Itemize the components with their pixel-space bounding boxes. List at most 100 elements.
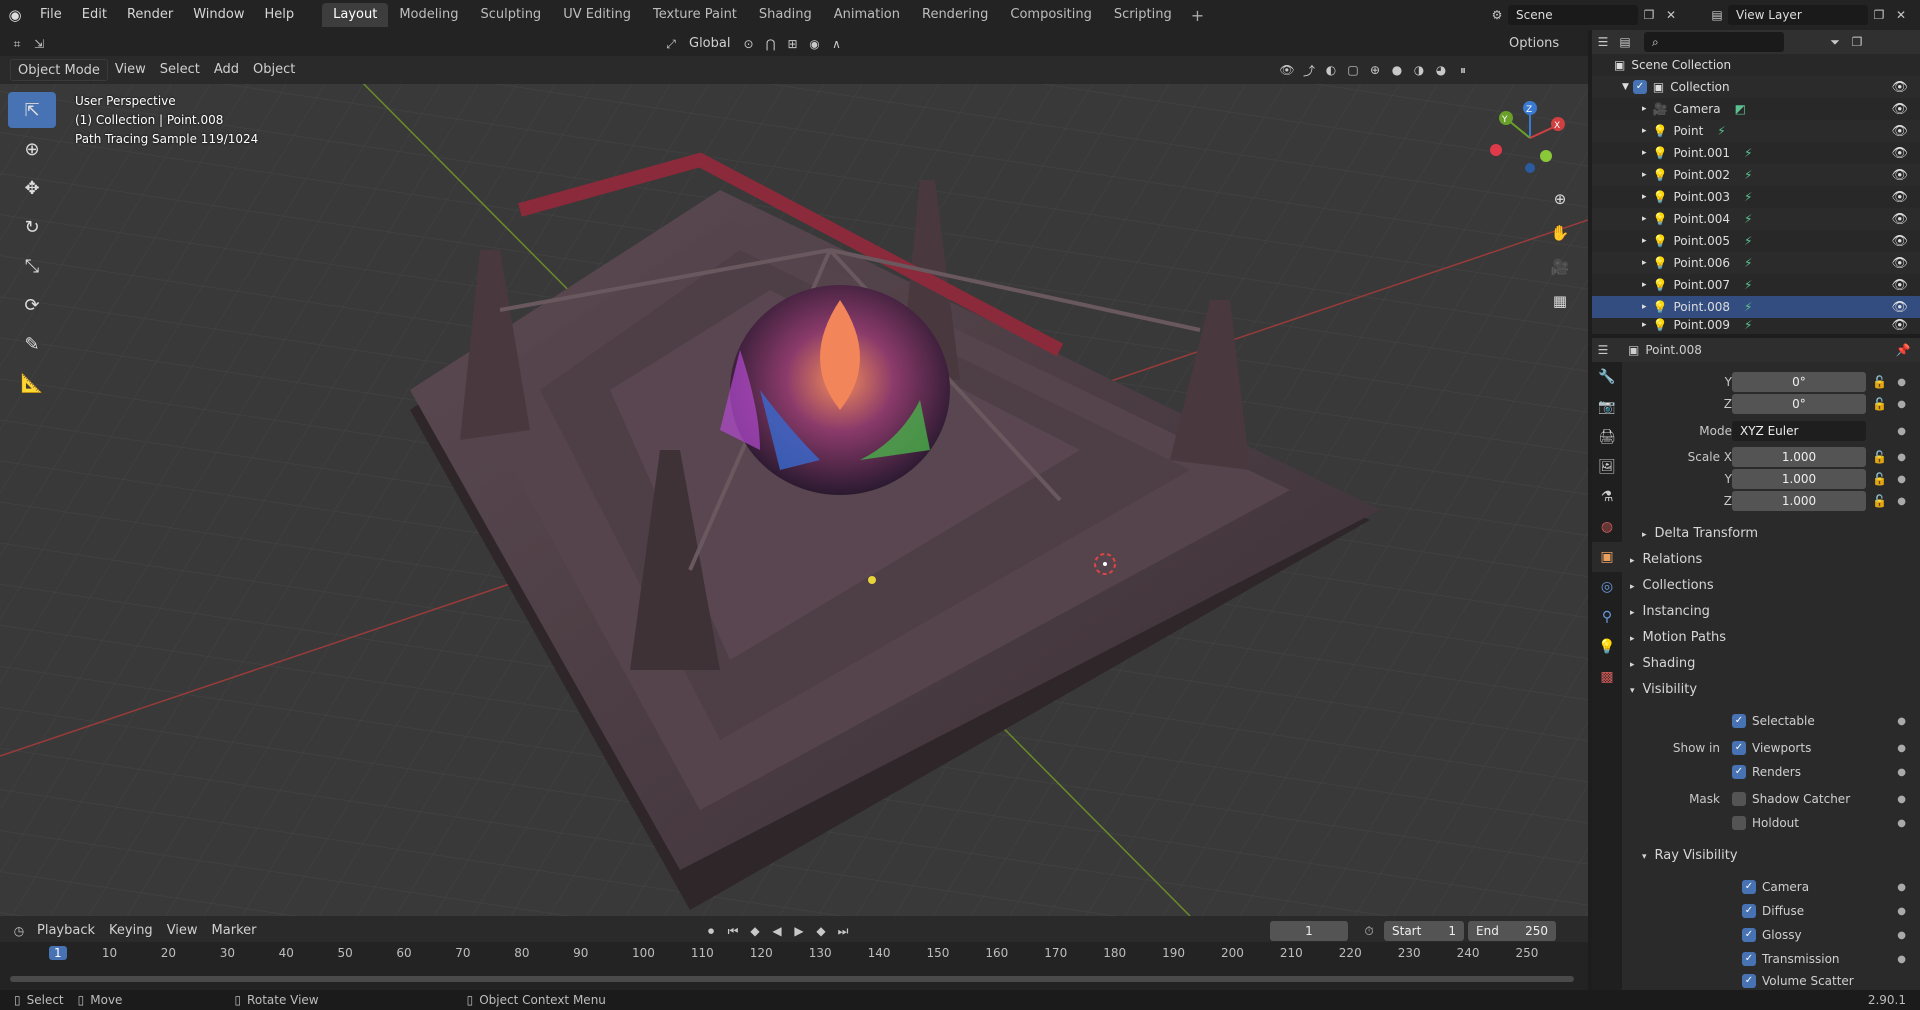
ray-transmission-checkbox[interactable]: ✓ Transmission	[1742, 952, 1840, 967]
texture-tab-icon[interactable]: ▩	[1592, 662, 1622, 692]
lock-icon[interactable]: 🔓	[1872, 472, 1887, 486]
timeline-editor-icon[interactable]: ◷	[8, 921, 30, 941]
new-scene-icon[interactable]: ❐	[1638, 5, 1660, 25]
rotation-y-field[interactable]: 0°	[1732, 372, 1866, 392]
tab-animation[interactable]: Animation	[823, 3, 911, 27]
remove-scene-icon[interactable]: ✕	[1660, 5, 1682, 25]
panel-shading[interactable]: ▸ Shading	[1630, 652, 1695, 676]
editor-type-icon[interactable]: ⌗	[6, 34, 28, 54]
end-frame-field[interactable]: End 250	[1468, 921, 1556, 941]
scene-field[interactable]: Scene	[1508, 5, 1638, 25]
navigation-gizmo[interactable]: Z Y X	[1490, 98, 1570, 178]
eye-icon[interactable]: 👁	[1891, 124, 1908, 139]
eye-icon[interactable]: 👁	[1891, 102, 1908, 117]
rotation-mode-dropdown[interactable]: XYZ Euler	[1732, 421, 1866, 441]
expand-icon[interactable]: ▸	[1642, 148, 1647, 158]
panel-delta-transform[interactable]: ▸ Delta Transform	[1642, 522, 1758, 546]
menu-playback[interactable]: Playback	[30, 920, 102, 942]
tab-layout[interactable]: Layout	[322, 3, 389, 27]
select-mode-icon[interactable]: ⇲	[28, 34, 50, 54]
properties-type-icon[interactable]: ☰	[1592, 340, 1614, 360]
move-tool-icon[interactable]: ✥	[8, 170, 56, 206]
expand-icon[interactable]: ▸	[1642, 236, 1647, 246]
current-frame-field[interactable]: 1	[1270, 921, 1348, 941]
camera-view-icon[interactable]: 🎥	[1547, 254, 1573, 280]
eye-icon[interactable]: 👁	[1891, 212, 1908, 227]
expand-icon[interactable]: ▸	[1642, 302, 1647, 312]
constraints-tab-icon[interactable]: ⚲	[1592, 602, 1622, 632]
falloff-icon[interactable]: ∧	[825, 34, 847, 54]
eye-icon[interactable]: 👁	[1891, 80, 1908, 95]
expand-icon[interactable]: ▸	[1642, 170, 1647, 180]
pivot-icon[interactable]: ⊙	[737, 34, 759, 54]
snap-target-icon[interactable]: ⊞	[781, 34, 803, 54]
expand-icon[interactable]: ▸	[1642, 320, 1647, 330]
tab-sculpting[interactable]: Sculpting	[469, 3, 552, 27]
tab-rendering[interactable]: Rendering	[911, 3, 999, 27]
ortho-grid-icon[interactable]: ▦	[1547, 288, 1573, 314]
menu-edit[interactable]: Edit	[72, 0, 117, 30]
outliner-item-point-003[interactable]: ▸ 💡 Point.003 ⚡ 👁	[1592, 186, 1920, 208]
view-layer-icon[interactable]: ▤	[1706, 5, 1728, 25]
menu-marker[interactable]: Marker	[205, 920, 264, 942]
eye-icon[interactable]: 👁	[1891, 300, 1908, 315]
selectable-checkbox[interactable]: ✓ Selectable	[1732, 714, 1815, 729]
add-workspace-icon[interactable]: +	[1183, 6, 1212, 25]
expand-icon[interactable]: ▸	[1642, 214, 1647, 224]
xray-icon[interactable]: ▢	[1342, 60, 1364, 80]
pan-hand-icon[interactable]: ✋	[1547, 220, 1573, 246]
menu-window[interactable]: Window	[183, 0, 254, 30]
3d-viewport[interactable]: User Perspective (1) Collection | Point.…	[0, 50, 1588, 916]
prev-keyframe-icon[interactable]: ◆	[744, 921, 766, 941]
tab-scripting[interactable]: Scripting	[1103, 3, 1183, 27]
zoom-icon[interactable]: ⊕	[1547, 186, 1573, 212]
viewports-checkbox[interactable]: ✓ Viewports	[1732, 741, 1811, 756]
tool-tab-icon[interactable]: 🔧	[1592, 362, 1622, 392]
remove-view-layer-icon[interactable]: ✕	[1890, 5, 1912, 25]
outliner-item-point-005[interactable]: ▸ 💡 Point.005 ⚡ 👁	[1592, 230, 1920, 252]
solid-shading-icon[interactable]: ●	[1386, 60, 1408, 80]
menu-timeline-view[interactable]: View	[160, 920, 205, 942]
lock-icon[interactable]: 🔓	[1872, 375, 1887, 389]
outliner-item-point-007[interactable]: ▸ 💡 Point.007 ⚡ 👁	[1592, 274, 1920, 296]
filter-icon[interactable]: ⏷	[1824, 32, 1846, 52]
outliner-item-point-002[interactable]: ▸ 💡 Point.002 ⚡ 👁	[1592, 164, 1920, 186]
scale-z-field[interactable]: 1.000	[1732, 491, 1866, 511]
annotate-tool-icon[interactable]: ✎	[8, 326, 56, 362]
rotate-tool-icon[interactable]: ↻	[8, 209, 56, 245]
jump-start-icon[interactable]: ⏮	[722, 921, 744, 941]
menu-object[interactable]: Object	[246, 59, 302, 81]
renders-checkbox[interactable]: ✓ Renders	[1732, 765, 1801, 780]
expand-icon[interactable]: ▸	[1642, 104, 1647, 114]
start-frame-field[interactable]: Start 1	[1384, 921, 1464, 941]
lock-icon[interactable]: 🔓	[1872, 450, 1887, 464]
measure-tool-icon[interactable]: 📐	[8, 365, 56, 401]
expand-icon[interactable]: ▸	[1642, 192, 1647, 202]
expand-icon[interactable]: ▸	[1642, 280, 1647, 290]
menu-select[interactable]: Select	[153, 59, 207, 81]
expand-icon[interactable]: ▼	[1622, 82, 1629, 92]
gizmo-toggle-icon[interactable]: ⤴	[1298, 60, 1320, 80]
play-reverse-icon[interactable]: ◀	[766, 921, 788, 941]
pin-icon[interactable]: 📌	[1892, 340, 1914, 360]
ray-glossy-checkbox[interactable]: ✓ Glossy	[1742, 928, 1802, 943]
eye-icon[interactable]: 👁	[1891, 190, 1908, 205]
panel-ray-visibility[interactable]: ▾ Ray Visibility	[1642, 844, 1738, 868]
material-shading-icon[interactable]: ◑	[1408, 60, 1430, 80]
orientation-icon[interactable]: ⤢	[660, 34, 682, 54]
new-view-layer-icon[interactable]: ❐	[1868, 5, 1890, 25]
panel-relations[interactable]: ▸ Relations	[1630, 548, 1702, 572]
snap-icon[interactable]: ⋂	[759, 34, 781, 54]
render-tab-icon[interactable]: 📷	[1592, 392, 1622, 422]
rendered-shading-icon[interactable]: ◕	[1430, 60, 1452, 80]
blender-logo-icon[interactable]: ◉	[0, 0, 30, 30]
menu-keying[interactable]: Keying	[102, 920, 160, 942]
expand-icon[interactable]: ▸	[1642, 126, 1647, 136]
outliner-item-point-004[interactable]: ▸ 💡 Point.004 ⚡ 👁	[1592, 208, 1920, 230]
collection-row[interactable]: ▼ ✓ ▣ Collection 👁	[1592, 76, 1920, 98]
jump-end-icon[interactable]: ⏭	[832, 921, 854, 941]
scene-tab-icon[interactable]: ⚗	[1592, 482, 1622, 512]
panel-motion-paths[interactable]: ▸ Motion Paths	[1630, 626, 1726, 650]
tab-texture-paint[interactable]: Texture Paint	[642, 3, 748, 27]
ray-volume-scatter-checkbox[interactable]: ✓ Volume Scatter	[1742, 974, 1854, 989]
